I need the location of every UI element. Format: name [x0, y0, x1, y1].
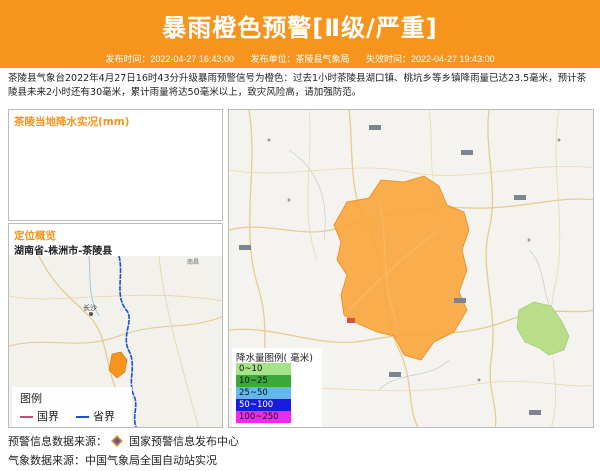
warning-center-logo-icon [110, 435, 123, 447]
expire-time: 失效时间：2022-04-27 19:43:00 [366, 54, 495, 64]
warning-title: 暴雨橙色预警[Ⅱ级/严重] [162, 14, 438, 42]
overview-legend: 图例 国界 省界 [12, 387, 132, 427]
national-border-line-icon [20, 416, 33, 418]
legend-national-border: 国界 [20, 408, 59, 424]
map-label-changsha: 长沙 [83, 303, 97, 312]
publish-time: 发布时间：2022-04-27 16:43:00 [105, 54, 234, 64]
legend-item-10-25: 10~25 [236, 375, 291, 387]
warning-meta-bar: 发布时间：2022-04-27 16:43:00 发布单位：茶陵县气象局 失效时… [0, 52, 600, 68]
warning-source-line: 预警信息数据来源： 国家预警信息发布中心 [8, 433, 239, 449]
warning-area-map[interactable]: 降水量图例( 毫米) 0~10 10~25 25~50 50~100 100~2… [228, 109, 594, 428]
location-overview-title: 定位概览 [14, 230, 56, 242]
overview-legend-heading: 图例 [20, 392, 42, 405]
warning-source-label: 预警信息数据来源： [8, 435, 107, 448]
map-label-south: 南昌 [187, 258, 199, 266]
publisher: 发布单位：茶陵县气象局 [250, 54, 350, 64]
province-border-line-icon [76, 416, 89, 418]
legend-item-50-100: 50~100 [236, 399, 291, 411]
legend-province-border: 省界 [76, 408, 115, 424]
legend-item-100-250: 100~250 [236, 411, 291, 423]
warning-description: 茶陵县气象台2022年4月27日16时43分升级暴雨预警信号为橙色：过去1小时茶… [8, 73, 587, 98]
warning-source-link[interactable]: 国家预警信息发布中心 [129, 433, 239, 449]
rainfall-legend-title: 降水量图例( 毫米) [236, 353, 313, 364]
rainfall-panel: 茶陵当地降水实况(mm) [8, 109, 223, 221]
rainfall-legend: 降水量图例( 毫米) 0~10 10~25 25~50 50~100 100~2… [232, 348, 322, 427]
legend-item-0-10: 0~10 [236, 363, 291, 375]
location-overview-panel: 定位概览 湖南省-株洲市-茶陵县 长沙 南昌 图例 国界 省界 [8, 223, 223, 428]
legend-item-25-50: 25~50 [236, 387, 291, 399]
warning-header: 暴雨橙色预警[Ⅱ级/严重] [0, 0, 600, 52]
weather-source-line: 气象数据来源：中国气象局全国自动站实况 [8, 454, 217, 467]
location-path: 湖南省-株洲市-茶陵县 [14, 246, 113, 257]
rainfall-panel-title: 茶陵当地降水实况(mm) [14, 116, 130, 128]
